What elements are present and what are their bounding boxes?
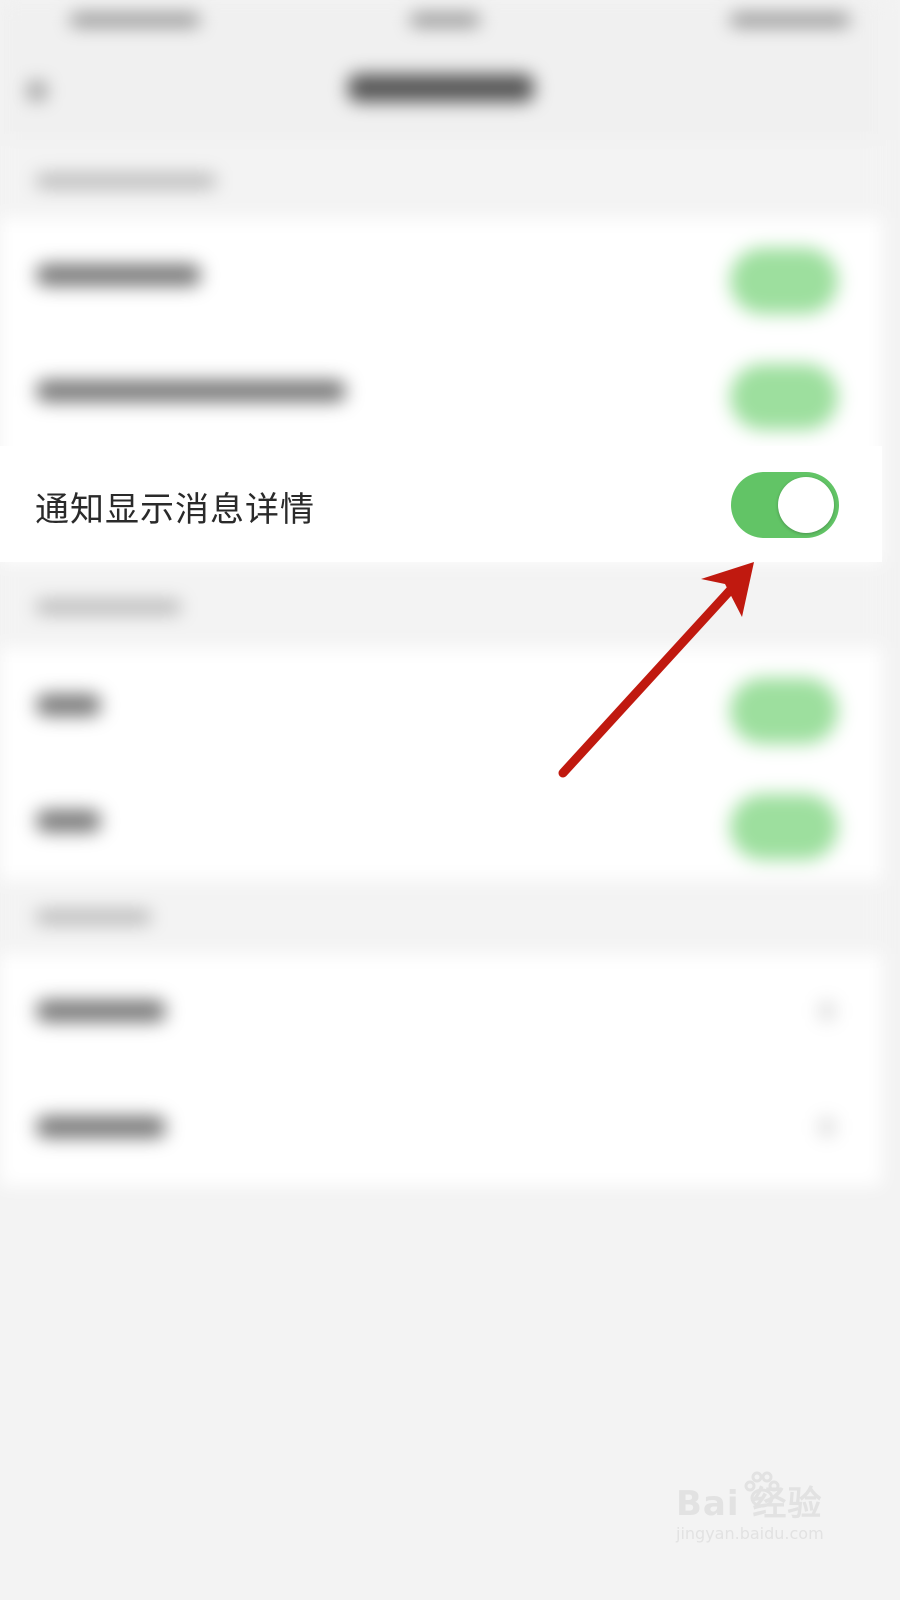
chevron-right-icon: [820, 1118, 834, 1136]
status-carrier: [70, 14, 200, 26]
section-caption-3: [36, 910, 151, 924]
row-label: [36, 380, 346, 402]
section-caption-1: [36, 174, 216, 188]
settings-group-2: [0, 648, 882, 880]
watermark-url: jingyan.baidu.com: [676, 1524, 824, 1543]
status-icons: [730, 14, 850, 26]
row-label: [36, 264, 201, 286]
section-header-3: [0, 880, 882, 954]
chevron-right-icon: [820, 1002, 834, 1020]
status-time: [410, 14, 480, 26]
settings-row-5[interactable]: [0, 954, 882, 1070]
row-label: [36, 810, 101, 832]
section-header-2: [0, 562, 882, 648]
nav-bar: [0, 44, 882, 140]
toggle-switch[interactable]: [730, 364, 838, 430]
toggle-switch[interactable]: [730, 794, 838, 860]
row-label: [36, 1000, 166, 1022]
settings-row-2[interactable]: [0, 334, 882, 450]
settings-group-3: [0, 954, 882, 1186]
settings-row-4[interactable]: [0, 764, 882, 880]
row-label: [36, 694, 101, 716]
toggle-switch[interactable]: [730, 248, 838, 314]
settings-row-3[interactable]: [0, 648, 882, 764]
notify-detail-toggle[interactable]: [731, 472, 839, 538]
back-icon[interactable]: [28, 82, 46, 100]
toggle-knob: [778, 477, 834, 533]
row-label: [36, 1116, 166, 1138]
section-caption-2: [36, 600, 181, 614]
baidu-watermark: Bai 经验 jingyan.baidu.com: [676, 1471, 856, 1556]
notify-detail-label: 通知显示消息详情: [35, 490, 315, 530]
status-bar: [0, 0, 882, 44]
settings-row-6[interactable]: [0, 1070, 882, 1186]
section-header-1: [0, 140, 882, 218]
settings-row-1[interactable]: [0, 218, 882, 334]
toggle-switch[interactable]: [730, 678, 838, 744]
paw-icon: [744, 1471, 780, 1508]
page-title: [348, 74, 534, 102]
